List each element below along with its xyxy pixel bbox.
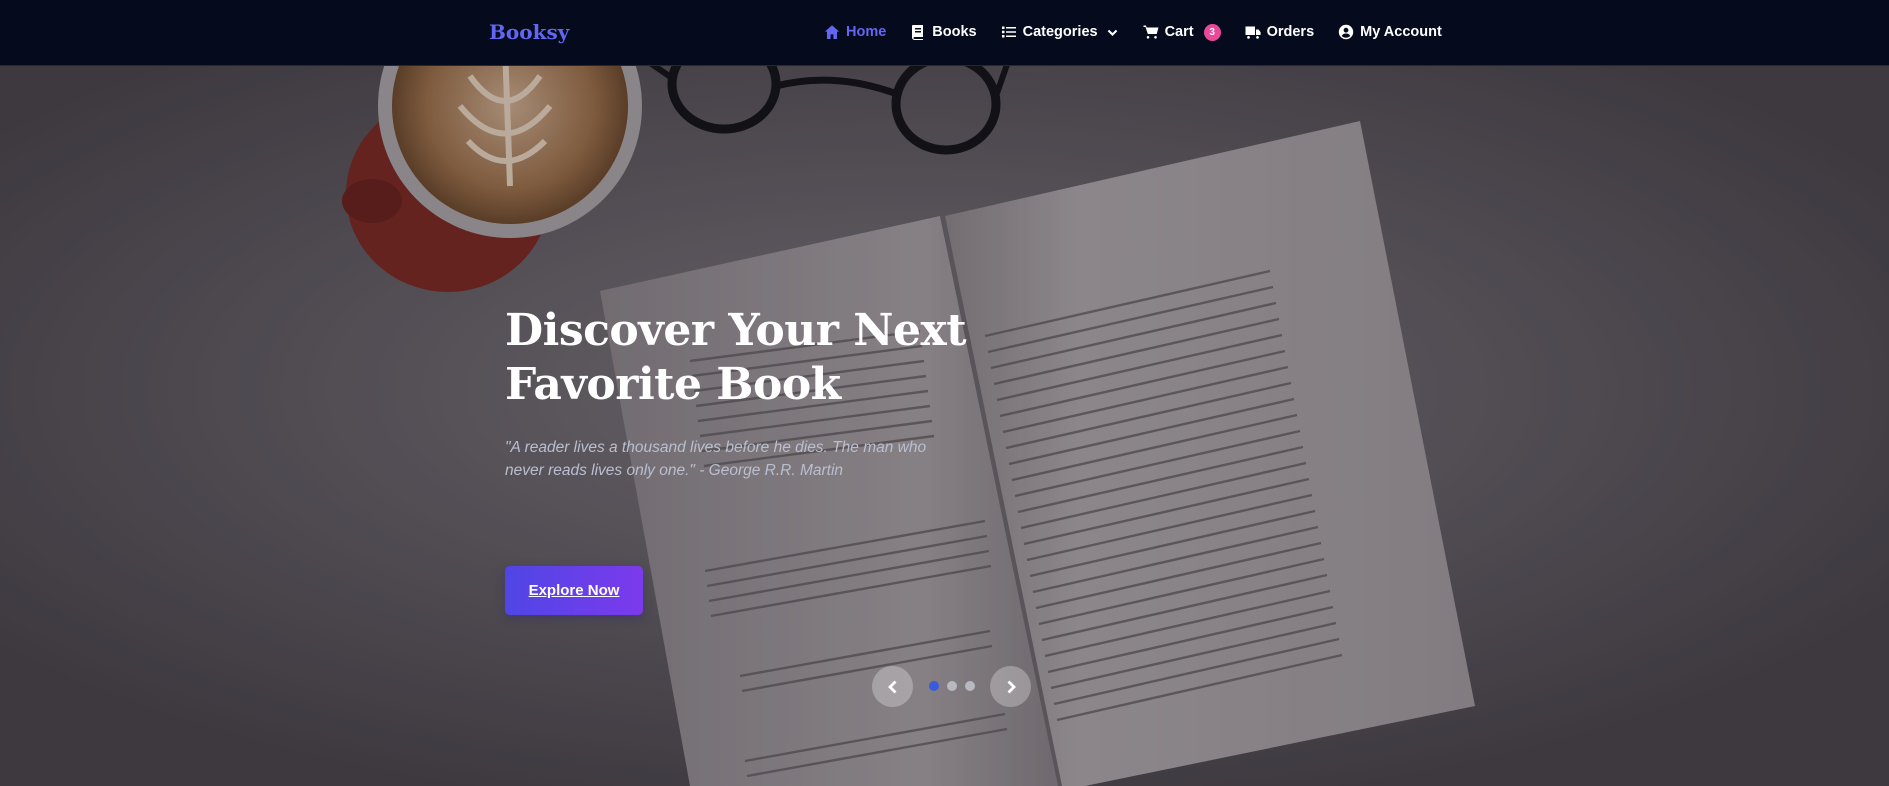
carousel-dot-1[interactable] xyxy=(929,681,939,691)
navbar: Booksy Home Books Categories Cart 3 Orde… xyxy=(0,0,1889,66)
explore-now-button[interactable]: Explore Now xyxy=(505,566,643,615)
cart-count-badge: 3 xyxy=(1203,23,1221,41)
user-circle-icon xyxy=(1338,24,1354,40)
chevron-right-icon xyxy=(1007,680,1016,693)
nav-books-link[interactable]: Books xyxy=(910,24,977,40)
nav-account-link[interactable]: My Account xyxy=(1338,24,1442,40)
carousel-dot-3[interactable] xyxy=(965,681,975,691)
nav-categories-label: Categories xyxy=(1022,24,1098,40)
nav-home-label: Home xyxy=(846,24,887,40)
hero-title: Discover Your Next Favorite Book xyxy=(505,304,985,412)
book-icon xyxy=(912,25,924,40)
hero-banner: Discover Your Next Favorite Book "A read… xyxy=(0,66,1889,786)
brand-logo[interactable]: Booksy xyxy=(489,20,569,44)
chevron-down-icon xyxy=(1107,29,1117,36)
home-icon xyxy=(824,25,840,39)
nav-home-link[interactable]: Home xyxy=(824,24,886,40)
hero-title-line-1: Discover Your Next xyxy=(505,305,967,356)
nav-categories-link[interactable]: Categories xyxy=(1001,24,1119,40)
nav-orders-label: Orders xyxy=(1266,24,1315,40)
hero-quote-line-1: "A reader lives a thousand lives before … xyxy=(505,439,927,456)
carousel-dot-2[interactable] xyxy=(947,681,957,691)
list-icon xyxy=(1001,26,1016,38)
cart-icon xyxy=(1143,25,1159,39)
nav-cart-label: Cart xyxy=(1164,24,1194,40)
carousel-prev-button[interactable] xyxy=(872,666,913,707)
hero-content: Discover Your Next Favorite Book "A read… xyxy=(505,304,985,615)
nav-links: Home Books Categories Cart 3 Orders My A… xyxy=(824,0,1442,64)
chevron-left-icon xyxy=(887,680,896,693)
nav-books-label: Books xyxy=(932,24,977,40)
truck-icon xyxy=(1245,26,1261,39)
hero-quote-line-2: never reads lives only one." - George R.… xyxy=(505,462,844,479)
nav-orders-link[interactable]: Orders xyxy=(1245,24,1315,40)
hero-title-line-2: Favorite Book xyxy=(505,359,841,410)
carousel-indicators xyxy=(929,681,975,691)
carousel-next-button[interactable] xyxy=(990,666,1031,707)
nav-cart-link[interactable]: Cart 3 xyxy=(1143,23,1221,41)
nav-account-label: My Account xyxy=(1360,24,1442,40)
hero-quote: "A reader lives a thousand lives before … xyxy=(505,436,965,482)
